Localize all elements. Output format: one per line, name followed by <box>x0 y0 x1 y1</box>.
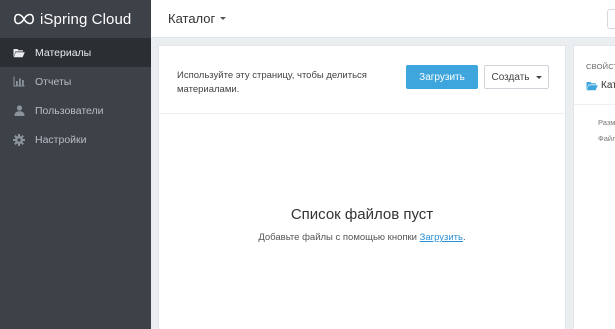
folder-open-icon <box>13 47 25 59</box>
gear-icon <box>13 133 25 146</box>
sidebar-item-label: Материалы <box>35 46 92 59</box>
properties-row-files: Файлы <box>598 134 615 143</box>
properties-row-size: Размер <box>598 118 615 127</box>
empty-state: Список файлов пуст Добавьте файлы с помо… <box>159 206 565 243</box>
share-hint-text: Используйте эту страницу, чтобы делиться… <box>177 70 367 95</box>
empty-state-text: Добавьте файлы с помощью кнопки Загрузит… <box>159 232 565 243</box>
user-icon <box>13 105 25 117</box>
page-title: Каталог <box>168 11 216 26</box>
empty-state-title: Список файлов пуст <box>290 206 434 223</box>
empty-state-suffix: . <box>463 232 466 243</box>
sidebar-item-label: Настройки <box>35 133 87 146</box>
create-button[interactable]: Создать <box>484 65 549 89</box>
materials-panel: Используйте эту страницу, чтобы делиться… <box>158 45 566 329</box>
properties-folder-name: Каталог <box>601 80 615 91</box>
sidebar-item-reports[interactable]: Отчеты <box>0 67 151 96</box>
sidebar: iSpring Cloud Материалы Отчеты Пользоват… <box>0 0 151 329</box>
properties-panel: СВОЙСТВА Каталог Размер Файлы <box>573 45 615 329</box>
upload-link[interactable]: Загрузить <box>420 232 463 243</box>
top-right-control[interactable] <box>607 9 615 29</box>
brand-logo[interactable]: iSpring Cloud <box>0 0 151 38</box>
brand-name: iSpring Cloud <box>40 10 132 28</box>
ispring-logo-icon <box>14 13 34 25</box>
upload-button[interactable]: Загрузить <box>406 65 478 89</box>
catalog-dropdown[interactable]: Каталог <box>168 11 227 26</box>
divider <box>574 104 615 105</box>
sidebar-item-settings[interactable]: Настройки <box>0 125 151 154</box>
sidebar-item-materials[interactable]: Материалы <box>0 38 151 67</box>
caret-down-icon <box>220 17 227 20</box>
panel-toolbar: Используйте эту страницу, чтобы делиться… <box>159 46 565 114</box>
properties-title: СВОЙСТВА <box>586 62 615 71</box>
create-button-label: Создать <box>491 71 530 83</box>
properties-folder: Каталог <box>586 80 615 91</box>
bar-chart-icon <box>13 76 25 88</box>
empty-state-prefix: Добавьте файлы с помощью кнопки <box>258 232 420 243</box>
sidebar-item-label: Отчеты <box>35 75 72 88</box>
sidebar-item-users[interactable]: Пользователи <box>0 96 151 125</box>
sidebar-item-label: Пользователи <box>35 104 104 117</box>
top-bar: Каталог <box>151 0 615 38</box>
folder-open-icon <box>586 81 598 90</box>
caret-down-icon <box>535 75 542 79</box>
